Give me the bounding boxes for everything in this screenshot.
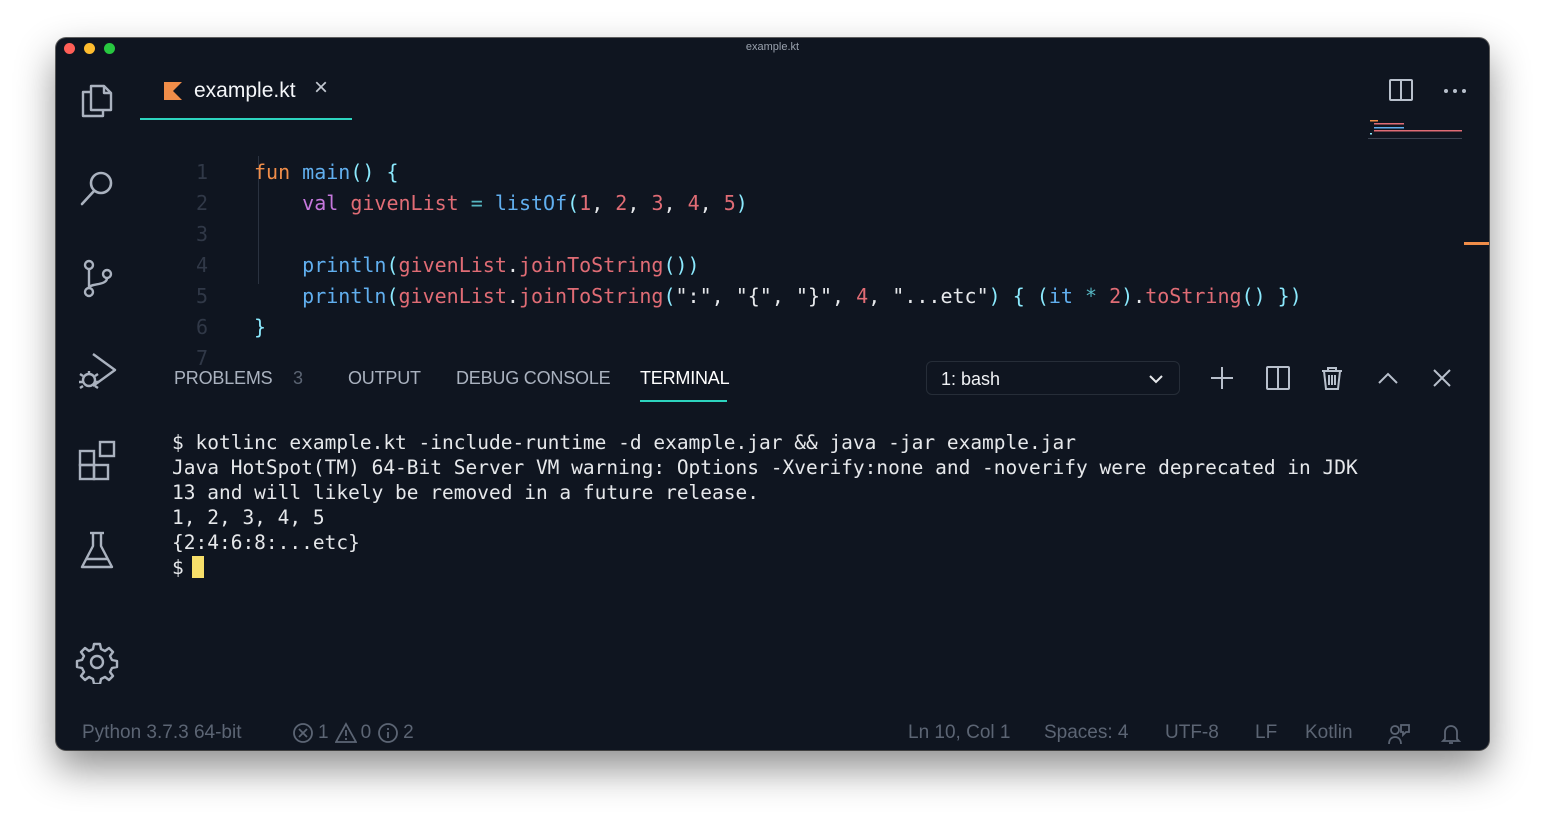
terminal-line: 1, 2, 3, 4, 5 — [172, 506, 325, 529]
window-title: example.kt — [745, 41, 800, 53]
editor-tab-bar: example.kt × — [140, 60, 1489, 120]
kotlin-file-icon — [164, 82, 182, 100]
terminal-line: {2:4:6:8:...etc} — [172, 531, 360, 554]
run-debug-icon[interactable] — [73, 346, 121, 394]
terminal-select[interactable]: 1: bash — [926, 361, 1180, 395]
vscode-window: example.kt example.kt × 1 fun main() {2… — [56, 38, 1489, 750]
code-text: val givenList = listOf(1, 2, 3, 4, 5) — [302, 191, 748, 215]
cursor-position[interactable]: Ln 10, Col 1 — [908, 722, 1010, 744]
settings-gear-icon[interactable] — [73, 638, 121, 686]
code-text: fun main() { — [254, 160, 399, 184]
status-bar: Python 3.7.3 64-bit 1 0 2 Ln 10, Col 1 S… — [56, 716, 1489, 750]
tab-problems[interactable]: PROBLEMS — [174, 368, 273, 389]
line-number: 2 — [195, 191, 208, 215]
info-count: 2 — [403, 722, 414, 743]
testing-icon[interactable] — [73, 526, 121, 574]
split-terminal-icon[interactable] — [1264, 364, 1292, 392]
tab-example-kt[interactable]: example.kt × — [140, 60, 352, 120]
scrollbar-marker — [1464, 242, 1489, 245]
terminal-output[interactable]: $ kotlinc example.kt -include-runtime -d… — [172, 430, 1358, 580]
chevron-down-icon — [1149, 375, 1163, 384]
tab-debug-console[interactable]: DEBUG CONSOLE — [456, 368, 611, 389]
more-actions-icon[interactable] — [1441, 76, 1469, 104]
files-icon[interactable] — [73, 76, 121, 124]
code-line[interactable]: 1 fun main() { — [140, 157, 1360, 188]
tab-terminal[interactable]: TERMINAL — [640, 368, 730, 389]
line-number: 4 — [195, 253, 208, 277]
notifications-bell-icon[interactable] — [1439, 722, 1463, 746]
title-bar: example.kt — [56, 38, 1489, 58]
maximize-panel-icon[interactable] — [1374, 364, 1402, 392]
terminal-cursor — [191, 556, 204, 578]
terminal-line: 13 and will likely be removed in a futur… — [172, 481, 759, 504]
warning-count: 0 — [360, 722, 372, 743]
close-panel-icon[interactable] — [1428, 364, 1456, 392]
editor-actions — [1387, 76, 1469, 104]
code-line[interactable]: 6} — [140, 312, 1360, 343]
search-icon[interactable] — [73, 164, 121, 212]
encoding[interactable]: UTF-8 — [1165, 722, 1219, 744]
code-editor[interactable]: 1 fun main() { 2 val givenList = listOf(1,… — [140, 120, 1360, 370]
terminal-prompt: $ — [172, 556, 184, 579]
split-editor-icon[interactable] — [1387, 76, 1415, 104]
error-icon — [293, 723, 313, 743]
terminal-line: Java HotSpot(TM) 64-Bit Server VM warnin… — [172, 456, 1358, 479]
extensions-icon[interactable] — [73, 436, 121, 484]
error-count: 1 — [318, 722, 329, 743]
bottom-panel: PROBLEMS 3 OUTPUT DEBUG CONSOLE TERMINAL… — [140, 346, 1489, 716]
code-line[interactable]: 4 println(givenList.joinToString()) — [140, 250, 1360, 281]
line-number: 3 — [195, 222, 208, 246]
kill-terminal-icon[interactable] — [1318, 364, 1346, 392]
language-mode[interactable]: Kotlin — [1305, 722, 1353, 744]
code-text: println(givenList.joinToString(":", "{",… — [302, 284, 1302, 308]
terminal-line: $ kotlinc example.kt -include-runtime -d… — [172, 431, 1076, 454]
info-icon — [378, 723, 399, 743]
indentation[interactable]: Spaces: 4 — [1044, 722, 1129, 744]
feedback-icon[interactable] — [1387, 722, 1411, 746]
problems-summary[interactable]: 1 0 2 — [292, 722, 414, 744]
minimap[interactable] — [1368, 120, 1468, 160]
code-line[interactable]: 3 — [140, 219, 1360, 250]
code-text: } — [254, 315, 267, 339]
end-of-line[interactable]: LF — [1255, 722, 1277, 744]
terminal-prompt-line: $ — [172, 555, 1358, 580]
problems-count-badge: 3 — [293, 368, 304, 388]
code-line[interactable]: 5 println(givenList.joinToString(":", "{… — [140, 281, 1360, 312]
terminal-select-value: 1: bash — [941, 369, 1001, 389]
line-number: 1 — [195, 160, 208, 184]
new-terminal-icon[interactable] — [1208, 364, 1236, 392]
close-tab-button[interactable]: × — [314, 76, 328, 100]
warning-icon — [334, 722, 357, 743]
code-line[interactable]: 2 val givenList = listOf(1, 2, 3, 4, 5) — [140, 188, 1360, 219]
source-control-icon[interactable] — [73, 254, 121, 302]
tab-label: example.kt — [194, 79, 296, 102]
active-tab-indicator — [640, 400, 727, 402]
line-number: 6 — [195, 315, 208, 339]
activity-bar — [56, 60, 140, 716]
python-interpreter[interactable]: Python 3.7.3 64-bit — [82, 722, 242, 744]
line-number: 5 — [195, 284, 208, 308]
tab-output[interactable]: OUTPUT — [348, 368, 421, 389]
code-text: println(givenList.joinToString()) — [302, 253, 700, 277]
